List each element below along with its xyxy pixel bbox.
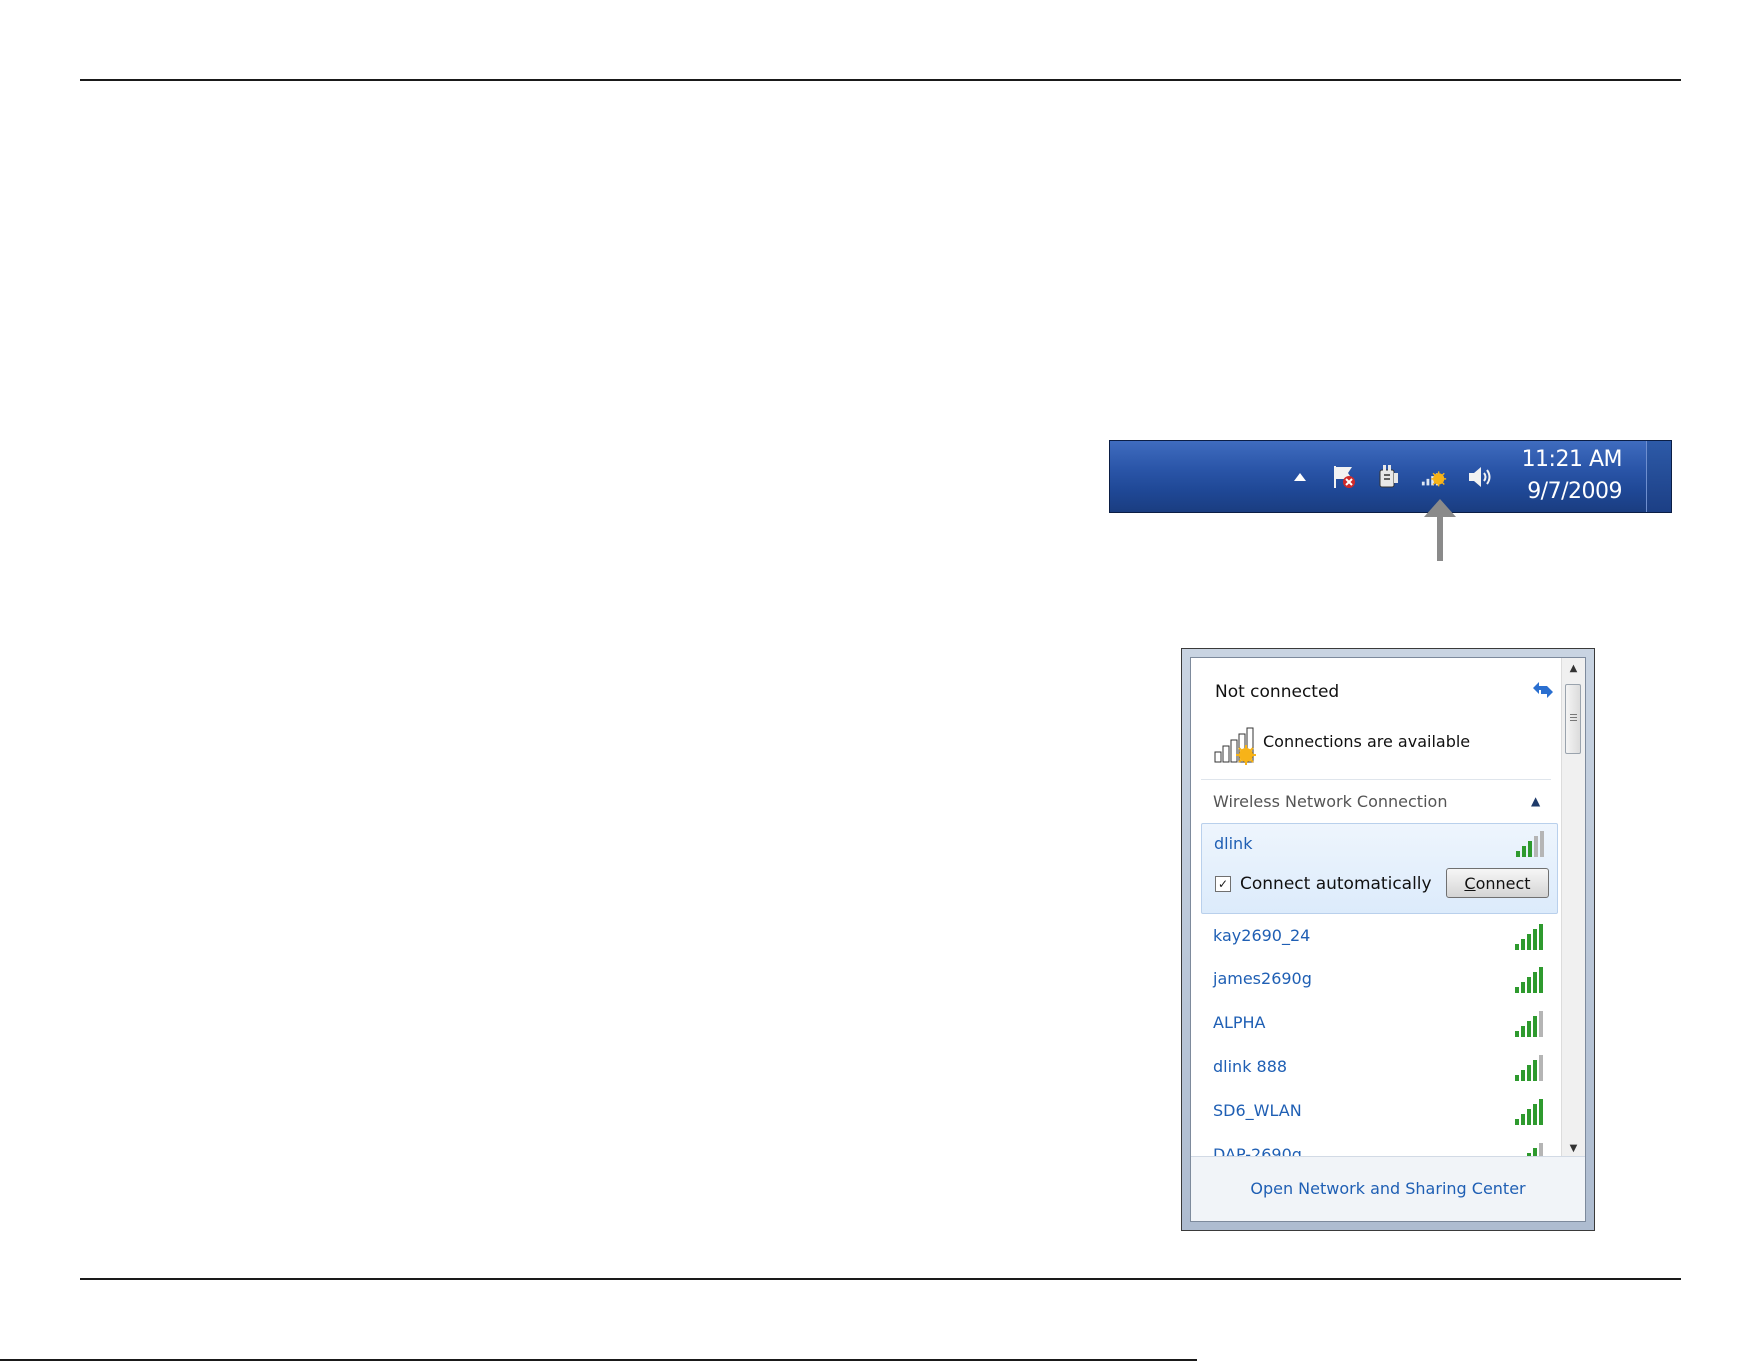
wireless-network-icon[interactable]: [1420, 463, 1448, 491]
scroll-up-arrow-icon[interactable]: ▲: [1562, 658, 1585, 678]
scroll-grip-icon: [1570, 714, 1577, 722]
bottom-rule: [80, 1278, 1681, 1280]
section-divider: [1201, 779, 1551, 780]
network-list-item[interactable]: SD6_WLAN: [1201, 1093, 1558, 1133]
network-name[interactable]: kay2690_24: [1213, 926, 1310, 945]
clock-date[interactable]: 9/7/2009: [1527, 479, 1622, 504]
connect-button-accelerator: C: [1464, 873, 1476, 893]
selected-network-item[interactable]: dlink ✓ Connect automatically Connect: [1201, 823, 1558, 914]
signal-strength-icon: [1515, 967, 1543, 993]
network-flyout: Not connected Connections are available …: [1181, 648, 1595, 1231]
pointer-arrow-icon: [1424, 499, 1456, 561]
show-hidden-icons-arrow-icon[interactable]: [1286, 463, 1314, 491]
network-name[interactable]: dlink 888: [1213, 1057, 1287, 1076]
signal-strength-icon: [1515, 1055, 1543, 1081]
connections-available-icon: [1214, 727, 1256, 765]
taskbar: 11:21 AM 9/7/2009: [1109, 440, 1672, 513]
flyout-footer: Open Network and Sharing Center: [1191, 1156, 1585, 1221]
network-list-item[interactable]: ALPHA: [1201, 1005, 1558, 1045]
top-rule: [80, 79, 1681, 81]
network-name[interactable]: dlink: [1214, 834, 1252, 853]
network-name[interactable]: SD6_WLAN: [1213, 1101, 1302, 1120]
action-center-flag-icon[interactable]: [1330, 463, 1358, 491]
signal-strength-icon: [1515, 1099, 1543, 1125]
signal-strength-icon: [1516, 831, 1544, 857]
network-flyout-body: Not connected Connections are available …: [1190, 657, 1586, 1222]
network-list-area: Not connected Connections are available …: [1191, 658, 1561, 1158]
scroll-down-arrow-icon[interactable]: ▼: [1562, 1138, 1585, 1158]
signal-strength-icon: [1515, 924, 1543, 950]
connect-automatically-checkbox[interactable]: ✓: [1215, 876, 1231, 892]
network-list-item[interactable]: DAP-2690g: [1201, 1137, 1558, 1158]
chevron-up-icon[interactable]: ▲: [1531, 794, 1540, 808]
volume-speaker-icon[interactable]: [1466, 463, 1494, 491]
network-list-item[interactable]: kay2690_24: [1201, 918, 1558, 958]
network-list-item[interactable]: james2690g: [1201, 961, 1558, 1001]
connection-status-title: Not connected: [1215, 682, 1340, 702]
clock-time[interactable]: 11:21 AM: [1522, 447, 1623, 472]
open-network-sharing-center-link[interactable]: Open Network and Sharing Center: [1191, 1179, 1585, 1198]
connect-button[interactable]: Connect: [1446, 868, 1549, 898]
connections-available-text: Connections are available: [1263, 732, 1471, 751]
connect-button-label: onnect: [1475, 873, 1531, 893]
power-plug-icon[interactable]: [1374, 463, 1402, 491]
wireless-section-header[interactable]: Wireless Network Connection: [1213, 792, 1447, 811]
refresh-icon[interactable]: [1529, 678, 1557, 700]
vertical-scrollbar[interactable]: ▲ ▼: [1561, 658, 1585, 1158]
show-desktop-button[interactable]: [1646, 441, 1671, 512]
connect-automatically-label[interactable]: Connect automatically: [1240, 874, 1432, 894]
scroll-thumb[interactable]: [1565, 684, 1581, 754]
signal-strength-icon: [1515, 1011, 1543, 1037]
network-name[interactable]: ALPHA: [1213, 1013, 1265, 1032]
network-list-item[interactable]: dlink 888: [1201, 1049, 1558, 1089]
network-name[interactable]: james2690g: [1213, 969, 1312, 988]
